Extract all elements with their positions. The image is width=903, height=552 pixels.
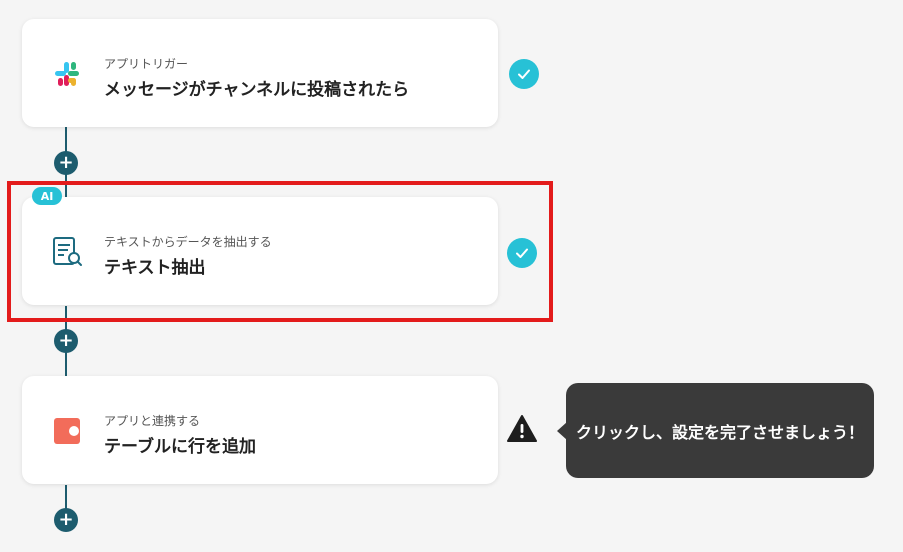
flow-step-app-action[interactable]: アプリと連携する テーブルに行を追加: [22, 376, 498, 484]
step-subtitle: アプリトリガー: [104, 57, 189, 71]
tooltip-text: クリックし、設定を完了させましょう！: [575, 422, 864, 442]
highlight-frame: [7, 181, 553, 322]
app-table-icon: [50, 414, 84, 448]
step-title: テーブルに行を追加: [104, 437, 256, 457]
add-step-button[interactable]: +: [54, 508, 78, 532]
check-icon: [509, 59, 539, 89]
warning-icon: [506, 414, 538, 444]
add-step-button[interactable]: +: [54, 151, 78, 175]
step-subtitle: アプリと連携する: [104, 414, 201, 428]
slack-icon: [50, 57, 84, 91]
step-title: メッセージがチャンネルに投稿されたら: [104, 80, 410, 100]
tooltip: クリックし、設定を完了させましょう！: [557, 383, 874, 478]
add-step-button[interactable]: +: [54, 329, 78, 353]
flow-step-trigger[interactable]: アプリトリガー メッセージがチャンネルに投稿されたら: [22, 19, 498, 127]
